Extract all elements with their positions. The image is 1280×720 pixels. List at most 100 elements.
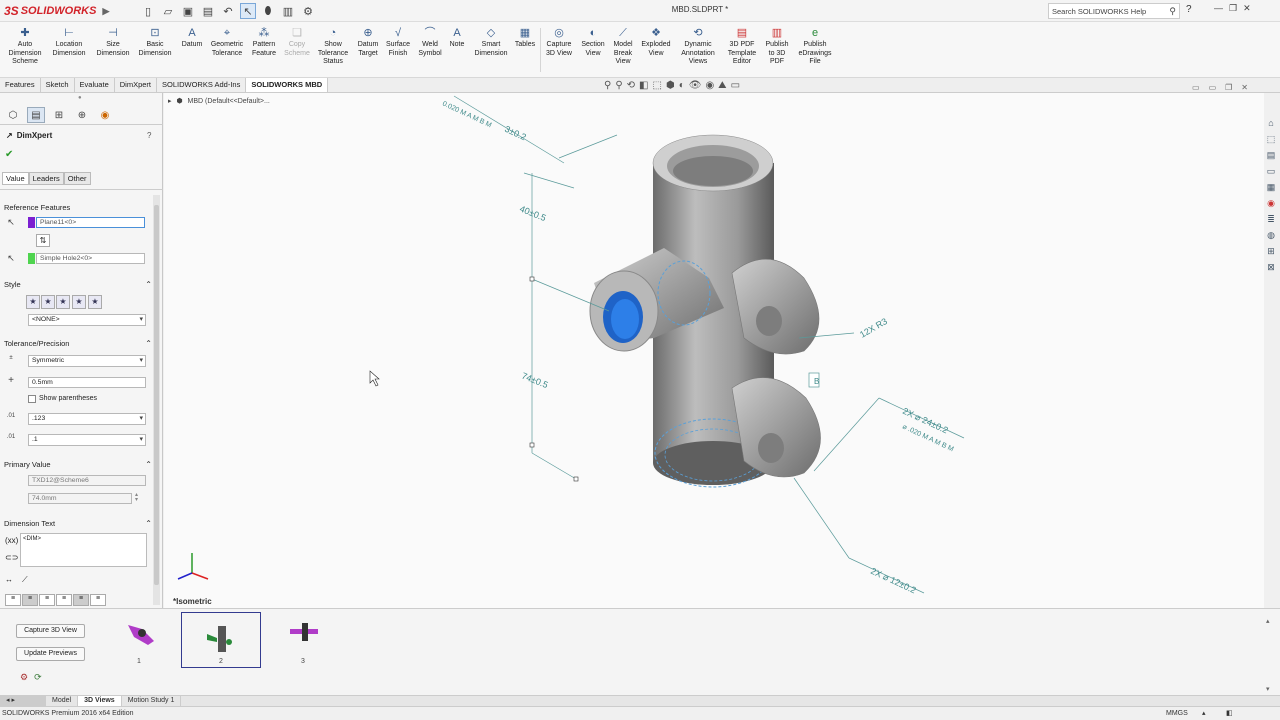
dimension-text-box[interactable]: <DIM> (20, 533, 147, 567)
tolerance-value-field[interactable]: 0.5mm (28, 377, 146, 388)
tab-evaluate[interactable]: Evaluate (75, 78, 115, 92)
tab-leaders[interactable]: Leaders (28, 172, 64, 185)
tab-value[interactable]: Value (2, 172, 29, 185)
zoom-area-icon[interactable]: ⚲ (615, 80, 622, 91)
select-icon[interactable]: ↖ (240, 3, 256, 19)
tab-scroll-controls[interactable]: ◂ ▸ (0, 696, 46, 706)
hide-show-icon[interactable]: 👁 (689, 80, 702, 91)
print-icon[interactable]: ▤ (200, 3, 216, 19)
file-properties-icon[interactable]: ▥ (280, 3, 296, 19)
tolerance-precision-select[interactable]: .1 (28, 434, 146, 446)
3d-pdf-template-editor-button[interactable]: ▤ 3D PDF Template Editor (724, 27, 760, 67)
zoom-to-fit-icon[interactable]: ⚲ (604, 80, 611, 91)
menu-arrow-icon[interactable]: ▶ (102, 6, 109, 17)
close-icon[interactable]: ✕ (1243, 3, 1251, 14)
search-input[interactable]: Search SOLIDWORKS Help ⚲ (1048, 3, 1180, 19)
tab-motion-study[interactable]: Motion Study 1 (122, 696, 182, 706)
basic-dimension-button[interactable]: ⊡ Basic Dimension (136, 27, 174, 58)
scroll-down-icon[interactable]: ▾ (1266, 685, 1270, 693)
units-arrow-icon[interactable]: ▴ (1202, 707, 1206, 720)
style-delete-icon[interactable]: ★ (72, 295, 86, 309)
surface-finish-button[interactable]: √ Surface Finish (384, 27, 412, 58)
help-circle-icon[interactable]: ? (147, 131, 151, 140)
scroll-up-icon[interactable]: ▴ (1266, 617, 1270, 625)
model-canvas[interactable]: 3±0.2 0.020 M A M B M 40±0.5 74±0.5 12X … (164, 93, 1264, 608)
annotation-2x-12[interactable]: 2X ⌀ 12±0.2 (869, 566, 918, 596)
search-results-icon[interactable]: ⊠ (1264, 260, 1278, 274)
viewport-icon-1[interactable]: ▭ (1192, 83, 1200, 92)
display-style-icon[interactable]: ◐ (679, 80, 685, 91)
tables-button[interactable]: ▦ Tables (512, 27, 538, 50)
primary-precision-select[interactable]: .123 (28, 413, 146, 425)
annotation-12x-r3[interactable]: 12X R3 (858, 316, 889, 340)
tree-root-label[interactable]: MBD (Default<<Default>... (188, 98, 270, 105)
justify-center-icon[interactable]: ≡ (22, 594, 38, 606)
capture-3d-view-button[interactable]: ◎ Capture 3D View (542, 27, 576, 58)
units-label[interactable]: MMGS (1166, 707, 1188, 720)
viewport-close-icon[interactable]: ✕ (1241, 83, 1248, 92)
viewport-restore-icon[interactable]: ❐ (1225, 83, 1232, 92)
viewport-icon-2[interactable]: ▭ (1209, 83, 1217, 92)
reference-feature-2-field[interactable]: Simple Hole2<0> (36, 253, 145, 264)
home-icon[interactable]: ⌂ (1264, 116, 1278, 130)
feature-manager-icon[interactable]: ⬡ (4, 107, 22, 123)
feature-tree-flyout[interactable]: ▸ ⬢ MBD (Default<<Default>... (168, 97, 270, 105)
design-library-icon[interactable]: ▤ (1264, 148, 1278, 162)
tab-other[interactable]: Other (63, 172, 91, 185)
swap-references-icon[interactable]: ⇅ (36, 234, 50, 247)
style-select[interactable]: <NONE> (28, 314, 146, 326)
annotation-74[interactable]: 74±0.5 (520, 371, 549, 391)
view-palette-icon[interactable]: ▦ (1264, 180, 1278, 194)
geometric-tolerance-button[interactable]: ⌖ Geometric Tolerance (208, 27, 246, 58)
inspection-icon[interactable]: ⊂⊃ (5, 553, 18, 562)
justify-bottom-icon[interactable]: ≡ (90, 594, 106, 606)
solidworks-logo[interactable]: 3S SOLIDWORKS ▶ (4, 3, 109, 19)
annotation-40[interactable]: 40±0.5 (518, 204, 547, 224)
file-explorer-icon[interactable]: ▭ (1264, 164, 1278, 178)
dimxpert-manager-icon[interactable]: ⊕ (73, 107, 91, 123)
section-view-button[interactable]: ◐ Section View (578, 27, 608, 58)
solidworks-forum-icon[interactable]: ◍ (1264, 228, 1278, 242)
publish-edrawings-button[interactable]: e Publish eDrawings File (794, 27, 836, 67)
rebuild-icon[interactable]: ⬮ (260, 3, 276, 19)
ok-check-icon[interactable]: ✔ (5, 149, 13, 160)
graphics-area[interactable]: 3±0.2 0.020 M A M B M 40±0.5 74±0.5 12X … (164, 93, 1264, 608)
tab-model[interactable]: Model (46, 696, 79, 706)
collapse-icon[interactable]: ⌃ (145, 339, 152, 348)
appearances-icon[interactable]: ◉ (1264, 196, 1278, 210)
appearance-icon[interactable]: ◉ (705, 80, 714, 91)
tab-features[interactable]: Features (0, 78, 41, 92)
dynamic-annotation-button[interactable]: ⟲ Dynamic Annotation Views (676, 27, 720, 67)
tolerance-type-select[interactable]: Symmetric (28, 355, 146, 367)
3d-content-icon[interactable]: ⊞ (1264, 244, 1278, 258)
panel-scrollbar[interactable] (153, 195, 160, 605)
primary-value-field[interactable]: 74.0mm (28, 493, 132, 504)
annotation-3[interactable]: 3±0.2 (503, 124, 528, 143)
undo-icon[interactable]: ↶ (220, 3, 236, 19)
smart-dimension-button[interactable]: ◇ Smart Dimension (472, 27, 510, 58)
help-icon[interactable]: ? (1186, 4, 1192, 15)
custom-properties-icon[interactable]: ≣ (1264, 212, 1278, 226)
view-settings-icon[interactable]: ▭ (731, 80, 740, 91)
property-manager-icon[interactable]: ▤ (27, 107, 45, 123)
save-icon[interactable]: ▣ (180, 3, 196, 19)
datum-target-button[interactable]: ⊕ Datum Target (354, 27, 382, 58)
new-icon[interactable]: ▯ (140, 3, 156, 19)
style-apply-icon[interactable]: ★ (26, 295, 40, 309)
size-dimension-button[interactable]: ⊣ Size Dimension (94, 27, 132, 58)
options-icon[interactable]: ⚙ (300, 3, 316, 19)
weld-symbol-button[interactable]: ⌒ Weld Symbol (416, 27, 444, 58)
section-view-icon[interactable]: ◧ (639, 80, 648, 91)
scrollbar-thumb[interactable] (154, 205, 159, 585)
exploded-view-button[interactable]: ❖ Exploded View (638, 27, 674, 58)
add-parentheses-icon[interactable]: (xx) (5, 536, 18, 545)
justify-left-icon[interactable]: ≡ (5, 594, 21, 606)
panel-grip[interactable]: ● (78, 95, 82, 101)
view-thumbnail-1[interactable] (114, 612, 166, 654)
copy-scheme-button[interactable]: ❏ Copy Scheme (283, 27, 311, 58)
tab-3d-views[interactable]: 3D Views (78, 696, 122, 706)
view-orientation-icon[interactable]: ⬢ (666, 80, 675, 91)
status-options-icon[interactable]: ◧ (1226, 707, 1233, 720)
tab-mbd[interactable]: SOLIDWORKS MBD (246, 78, 329, 92)
style-add-icon[interactable]: ★ (41, 295, 55, 309)
